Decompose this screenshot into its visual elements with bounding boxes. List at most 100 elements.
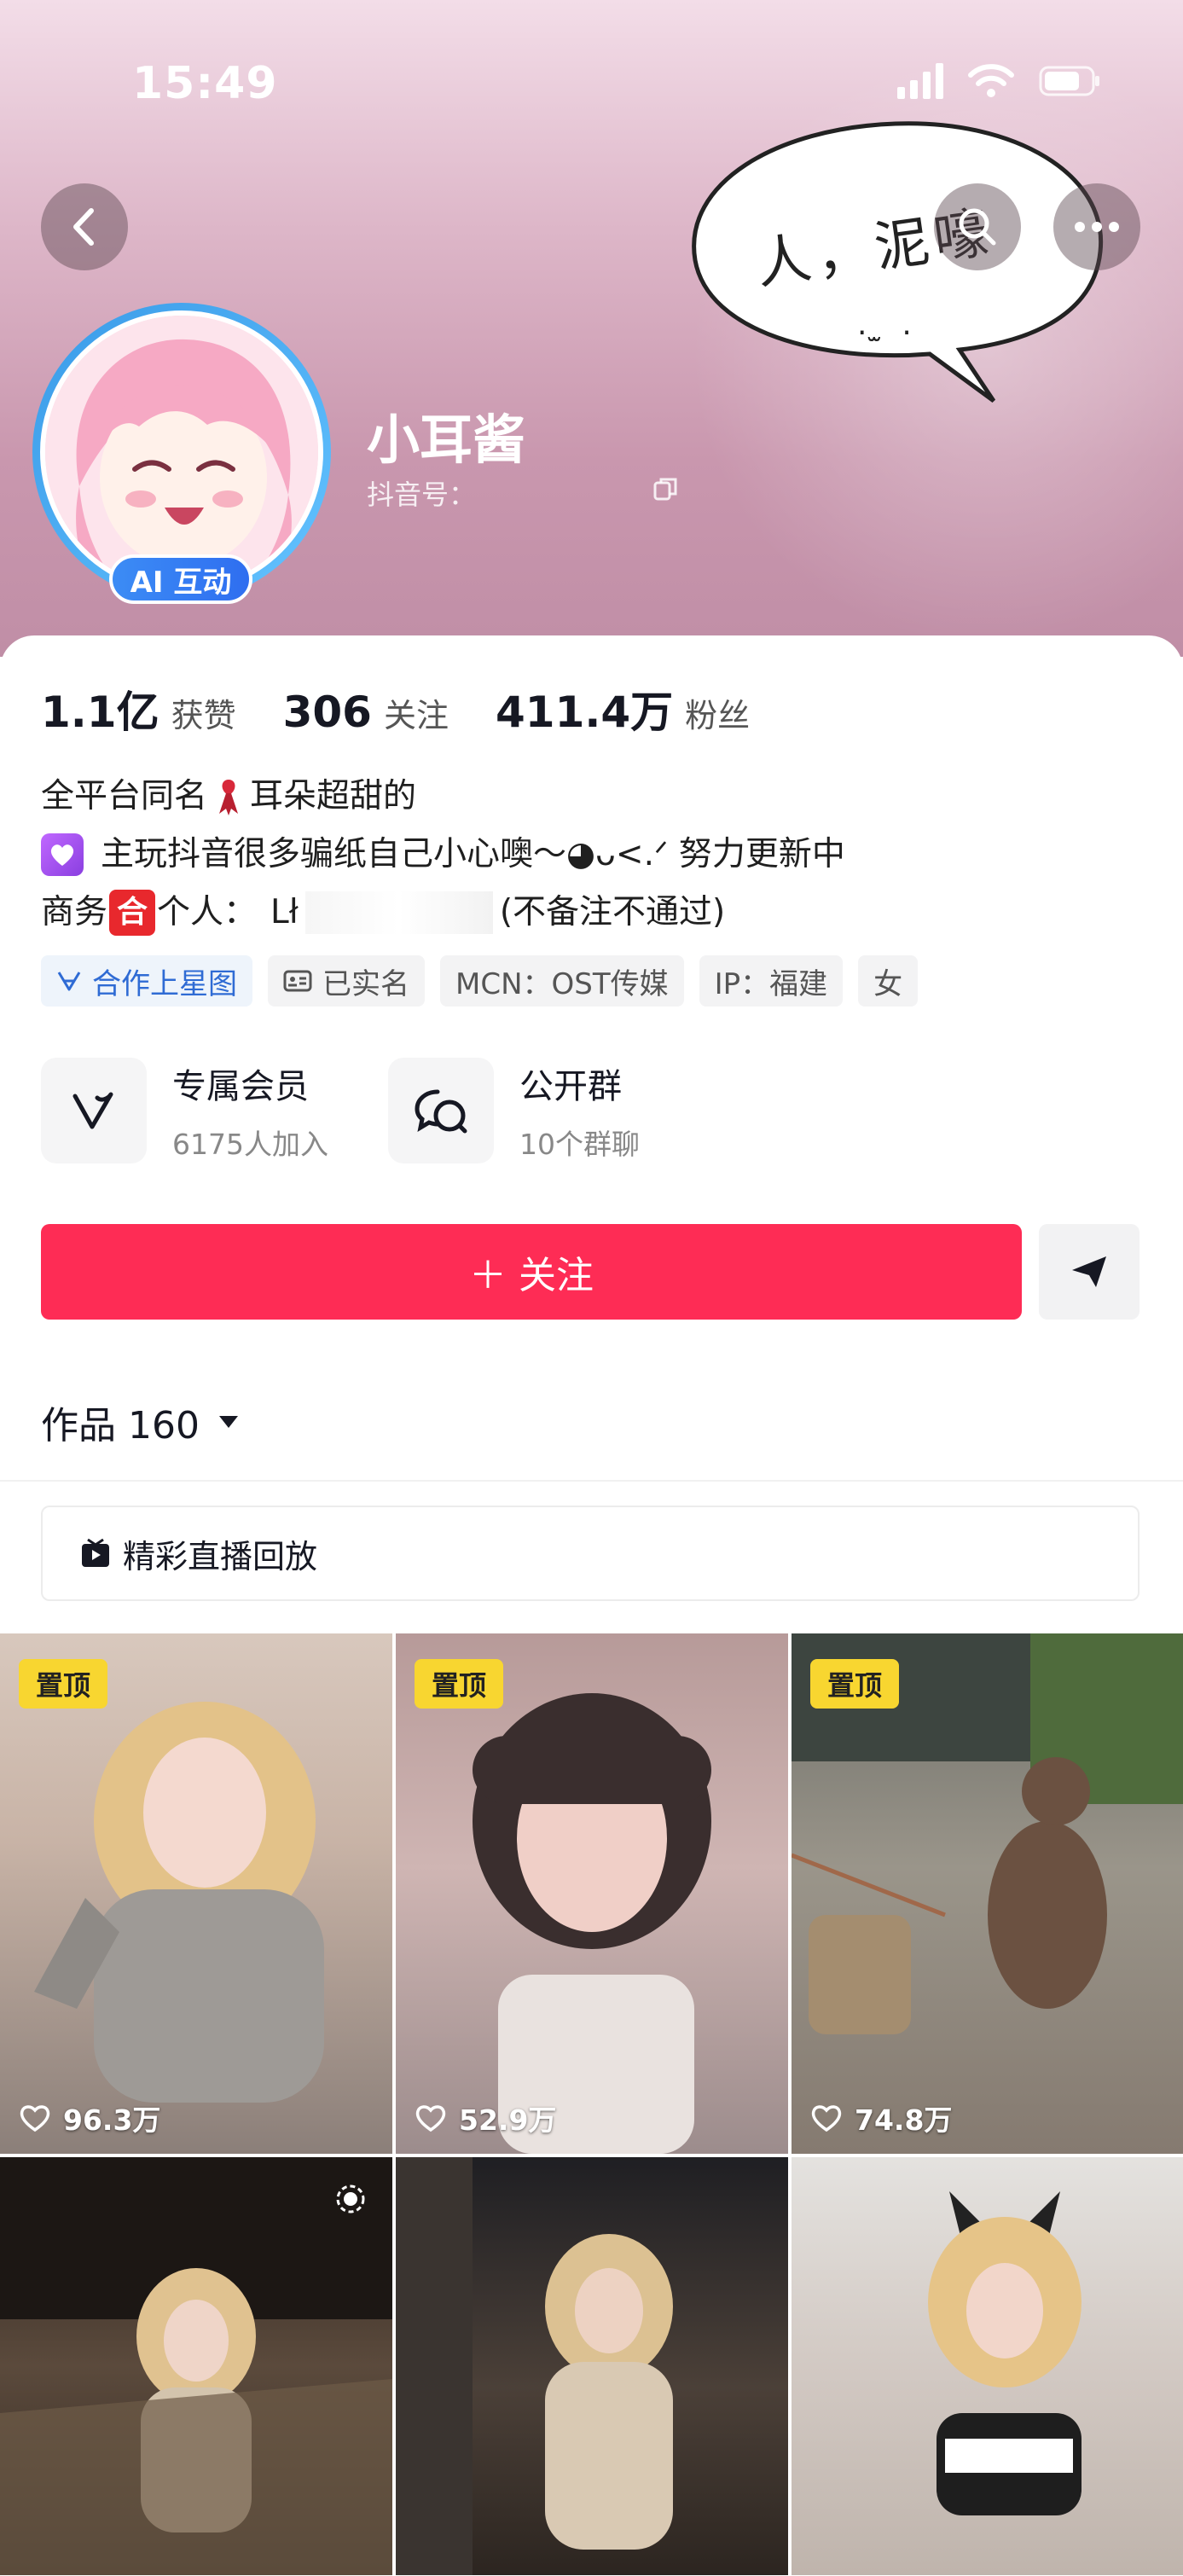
stat-value: 411.4万 xyxy=(495,688,674,737)
send-icon xyxy=(1072,1256,1106,1287)
cooperation-badge: 合 xyxy=(109,890,156,936)
id-card-icon xyxy=(283,970,312,992)
status-icons xyxy=(897,63,1102,99)
video-thumbnail[interactable] xyxy=(396,2157,788,2575)
group-chat-icon xyxy=(387,1058,494,1163)
tag-verified[interactable]: 已实名 xyxy=(268,955,425,1007)
more-dots-icon xyxy=(1075,222,1119,232)
member-entry[interactable]: 专属会员 6175人加入 xyxy=(41,1058,328,1163)
video-likes: 52.9万 xyxy=(415,2097,556,2138)
stat-label: 关注 xyxy=(383,697,449,734)
thumbnail-image xyxy=(792,1633,1183,2034)
live-replay-entry[interactable]: 精彩直播回放 xyxy=(41,1506,1140,1601)
follow-button[interactable]: ＋ 关注 xyxy=(41,1224,1022,1320)
bio-text: 商务 xyxy=(41,893,108,931)
tv-play-icon xyxy=(82,1538,109,1567)
tag-label: MCN：OST传媒 xyxy=(455,966,669,1001)
video-likes: 74.8万 xyxy=(810,2097,952,2138)
search-icon xyxy=(959,208,996,246)
likes-count: 52.9万 xyxy=(459,2103,557,2137)
douyin-id: 抖音号： xyxy=(367,479,477,511)
chevron-left-icon xyxy=(73,208,94,246)
bubble-face: . ̫ . xyxy=(857,307,917,342)
purple-heart-icon xyxy=(41,833,84,876)
bio-text: 耳朵超甜的 xyxy=(250,777,417,815)
profile-header: 15:49 人，泥嚎 . ̫ . AI 互动 小耳酱 抖音号： xyxy=(0,0,1183,657)
video-grid: 置顶 96.3万 置顶 52.9万 置顶 74.8万 xyxy=(0,1633,1183,2575)
status-time: 15:49 xyxy=(132,58,278,109)
signal-icon xyxy=(897,63,943,99)
message-button[interactable] xyxy=(1039,1224,1140,1320)
entry-subtitle: 10个群聊 xyxy=(519,1128,640,1161)
thumbnail-image xyxy=(473,1693,711,2154)
more-button[interactable] xyxy=(1053,183,1140,270)
heart-outline-icon xyxy=(811,2105,842,2132)
group-entry-text: 公开群 10个群聊 xyxy=(519,1059,640,1163)
thumbnail-image xyxy=(0,2157,392,2575)
tag-label: 女 xyxy=(873,966,903,1001)
pinned-badge: 置顶 xyxy=(415,1659,503,1709)
pinned-badge: 置顶 xyxy=(19,1659,107,1709)
stat-label: 获赞 xyxy=(171,697,236,734)
bio-text: 全平台同名 xyxy=(41,777,208,815)
wifi-icon xyxy=(967,63,1015,99)
member-entry-text: 专属会员 6175人加入 xyxy=(172,1059,328,1163)
redacted-contact xyxy=(304,891,493,934)
video-thumbnail[interactable] xyxy=(0,2157,392,2575)
tag-ip: IP：福建 xyxy=(699,955,844,1007)
ribbon-icon xyxy=(219,780,239,815)
search-button[interactable] xyxy=(934,183,1021,270)
star-map-icon xyxy=(57,972,81,991)
stat-value: 1.1亿 xyxy=(41,688,159,737)
video-thumbnail[interactable]: 置顶 74.8万 xyxy=(792,1633,1183,2154)
video-thumbnail[interactable]: 置顶 96.3万 xyxy=(0,1633,392,2154)
tag-star-map[interactable]: 合作上星图 xyxy=(41,955,252,1007)
bio-text: Lł xyxy=(270,893,299,931)
tag-gender: 女 xyxy=(858,955,919,1007)
entry-subtitle: 6175人加入 xyxy=(172,1128,328,1161)
stat-likes[interactable]: 1.1亿 获赞 xyxy=(41,678,236,740)
video-thumbnail[interactable]: 置顶 52.9万 xyxy=(396,1633,788,2154)
live-indicator-icon xyxy=(336,2184,365,2213)
heart-outline-icon xyxy=(20,2105,50,2132)
bio-text: (不备注不通过) xyxy=(499,893,726,931)
profile-nickname: 小耳酱 xyxy=(367,409,526,471)
profile-bio: 全平台同名 耳朵超甜的 主玩抖音很多骗纸自己小心噢～◕ᴗ<.ᐟ 努力更新中 商务… xyxy=(41,768,845,942)
bio-line: 商务 合 个人： Lł (不备注不通过) xyxy=(41,884,845,942)
group-chat-entry[interactable]: 公开群 10个群聊 xyxy=(387,1058,640,1163)
bio-text: 主玩抖音很多骗纸自己小心噢～◕ᴗ<.ᐟ 努力更新中 xyxy=(101,835,845,873)
video-thumbnail[interactable] xyxy=(792,2157,1183,2575)
status-bar: 15:49 xyxy=(0,51,1183,119)
thumbnail-image xyxy=(928,2191,1082,2515)
back-button[interactable] xyxy=(41,183,128,270)
stat-label: 粉丝 xyxy=(685,697,751,734)
divider xyxy=(0,1480,1183,1482)
tag-label: IP：福建 xyxy=(714,966,828,1001)
tag-label: 合作上星图 xyxy=(92,966,237,1001)
ai-interaction-badge[interactable]: AI 互动 xyxy=(109,554,252,604)
likes-count: 74.8万 xyxy=(855,2103,953,2137)
entry-title: 公开群 xyxy=(519,1067,622,1106)
battery-icon xyxy=(1039,64,1102,98)
tab-works[interactable]: 作品 160 xyxy=(41,1395,241,1449)
tag-mcn[interactable]: MCN：OST传媒 xyxy=(440,955,684,1007)
tag-label: 已实名 xyxy=(322,966,409,1001)
stat-following[interactable]: 306 关注 xyxy=(283,688,449,737)
stat-followers[interactable]: 411.4万 粉丝 xyxy=(496,678,750,740)
heart-outline-icon xyxy=(415,2105,446,2132)
video-likes: 96.3万 xyxy=(19,2097,160,2138)
bio-text: 个人： xyxy=(157,893,258,931)
feature-entries: 专属会员 6175人加入 公开群 10个群聊 xyxy=(41,1058,640,1163)
entry-title: 专属会员 xyxy=(172,1067,309,1106)
avatar-image xyxy=(40,310,323,594)
copy-id-icon[interactable] xyxy=(652,476,678,505)
profile-stats: 1.1亿 获赞 306 关注 411.4万 粉丝 xyxy=(41,678,797,740)
profile-card: 1.1亿 获赞 306 关注 411.4万 粉丝 全平台同名 耳朵超甜的 主玩抖… xyxy=(0,635,1183,1633)
likes-count: 96.3万 xyxy=(63,2103,161,2137)
thumbnail-image xyxy=(396,2157,673,2575)
caret-down-icon xyxy=(218,1416,238,1428)
live-replay-label: 精彩直播回放 xyxy=(123,1537,318,1575)
tab-works-label: 作品 160 xyxy=(41,1404,200,1448)
bio-line: 全平台同名 耳朵超甜的 xyxy=(41,768,845,826)
pinned-badge: 置顶 xyxy=(810,1659,899,1709)
